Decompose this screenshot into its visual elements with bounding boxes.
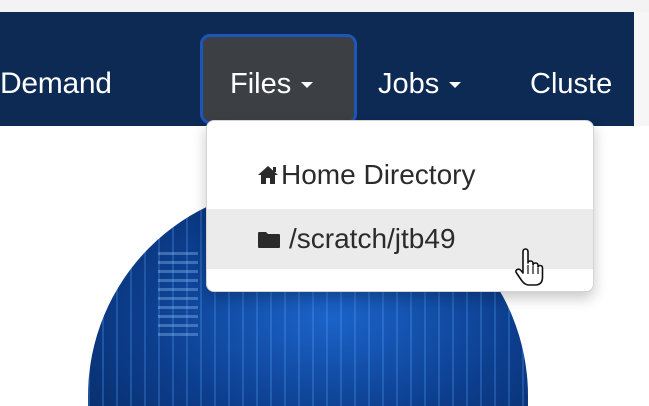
folder-icon (258, 232, 280, 248)
navbar: Demand Files Jobs Cluste (0, 12, 634, 126)
files-menu-label: Files (230, 68, 292, 100)
page-edge (634, 12, 649, 126)
clusters-menu-label: Cluste (530, 68, 613, 100)
caret-down-icon (449, 82, 462, 89)
hand-pointer-cursor-icon (515, 248, 544, 286)
dropdown-item-label: Home Directory (281, 159, 476, 190)
page-top-strip (0, 0, 649, 12)
caret-down-icon (301, 82, 314, 89)
jobs-menu-button[interactable]: Jobs (378, 64, 462, 104)
dropdown-item-label: /scratch/jtb49 (289, 223, 456, 254)
dropdown-item-home-directory[interactable]: Home Directory (207, 145, 593, 205)
jobs-menu-label: Jobs (378, 68, 440, 100)
navbar-brand[interactable]: Demand (0, 64, 112, 104)
files-menu-button[interactable]: Files (200, 34, 357, 124)
clusters-menu-button[interactable]: Cluste (530, 64, 612, 104)
hero-image-pattern (158, 246, 198, 336)
home-icon (258, 166, 278, 184)
